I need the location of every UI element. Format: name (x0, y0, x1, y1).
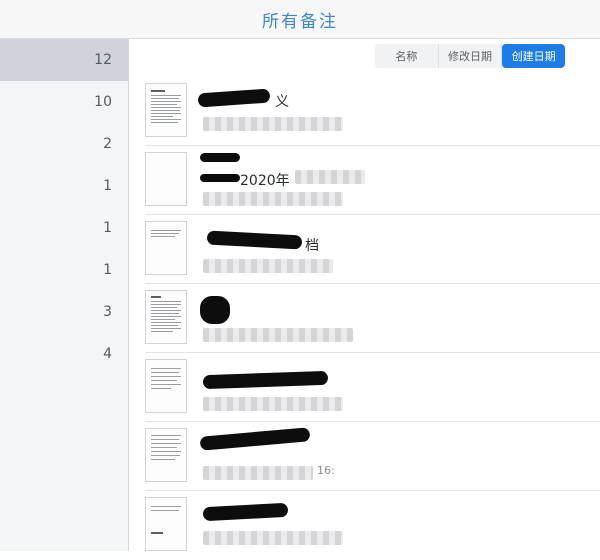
sidebar-count: 1 (103, 178, 112, 194)
note-thumbnail (145, 497, 187, 551)
sidebar-count: 1 (103, 262, 112, 278)
note-thumbnail (145, 290, 187, 344)
pixelated-subtitle (203, 328, 353, 342)
note-thumbnail (145, 83, 187, 137)
pixelated-subtitle (203, 259, 333, 273)
pixelated-subtitle (203, 531, 343, 545)
note-title: 义 (275, 94, 289, 110)
note-title: 2020年 (240, 173, 290, 189)
sort-segmented-control: 名称 修改日期 创建日期 (375, 44, 565, 68)
note-row[interactable]: 义 (145, 77, 600, 146)
pixelated-title (295, 170, 365, 184)
note-row[interactable]: 2020年 (145, 146, 600, 215)
sidebar-item-7[interactable]: 4 (0, 333, 128, 375)
sidebar-item-0[interactable]: 12 (0, 39, 128, 81)
sort-by-created-button[interactable]: 创建日期 (502, 44, 565, 68)
pixelated-subtitle (203, 117, 343, 131)
sidebar-item-2[interactable]: 2 (0, 123, 128, 165)
sidebar-count: 1 (103, 220, 112, 236)
pixelated-subtitle (203, 192, 343, 206)
sidebar-count: 4 (103, 346, 112, 362)
note-row[interactable]: 16: (145, 422, 600, 491)
note-row[interactable] (145, 491, 600, 560)
note-row[interactable] (145, 284, 600, 353)
redaction-scribble (200, 174, 240, 182)
sort-by-name-button[interactable]: 名称 (375, 44, 439, 68)
redaction-scribble (202, 502, 289, 522)
title-bar: 所有备注 (0, 0, 600, 39)
sidebar-item-6[interactable]: 3 (0, 291, 128, 333)
pixelated-subtitle (203, 466, 313, 480)
pixelated-subtitle (203, 397, 343, 411)
note-thumbnail (145, 152, 187, 206)
sidebar-item-4[interactable]: 1 (0, 207, 128, 249)
sidebar-item-5[interactable]: 1 (0, 249, 128, 291)
note-thumbnail (145, 428, 187, 482)
sidebar-count: 2 (103, 136, 112, 152)
sidebar-count: 12 (94, 52, 112, 68)
redaction-scribble (200, 153, 240, 162)
notes-pane: 名称 修改日期 创建日期 义 2020年 档 16: (129, 39, 600, 551)
note-thumbnail (145, 359, 187, 413)
redaction-scribble (197, 88, 271, 108)
note-timestamp: 16: (317, 464, 335, 477)
note-row[interactable] (145, 353, 600, 422)
sidebar: 12 10 2 1 1 1 3 4 (0, 39, 129, 551)
page-title: 所有备注 (262, 11, 338, 32)
redaction-scribble (202, 370, 329, 390)
note-row[interactable]: 档 (145, 215, 600, 284)
redaction-scribble (206, 230, 303, 250)
sort-by-modified-button[interactable]: 修改日期 (439, 44, 503, 68)
sidebar-count: 10 (94, 94, 112, 110)
redaction-scribble (199, 427, 311, 451)
sidebar-count: 3 (103, 304, 112, 320)
note-thumbnail (145, 221, 187, 275)
redaction-scribble (200, 296, 230, 324)
note-title: 档 (305, 238, 319, 254)
sidebar-item-3[interactable]: 1 (0, 165, 128, 207)
sidebar-item-1[interactable]: 10 (0, 81, 128, 123)
